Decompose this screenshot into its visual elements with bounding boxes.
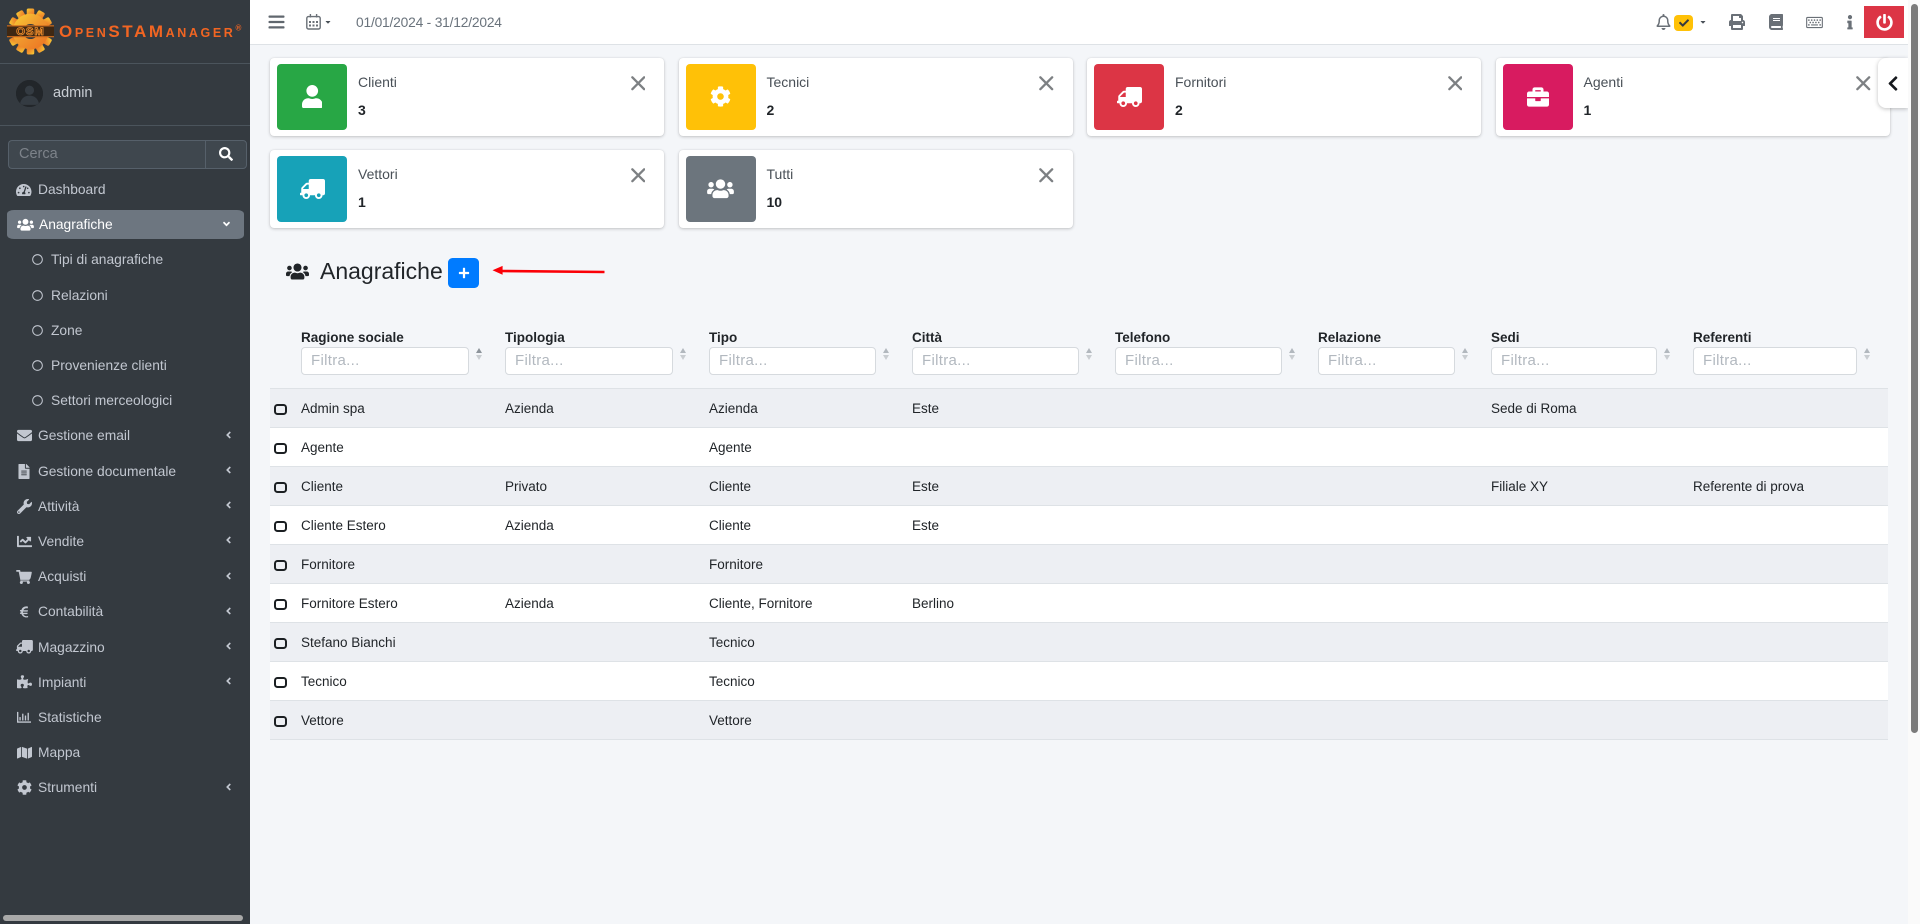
- svg-text:OSM: OSM: [16, 26, 44, 38]
